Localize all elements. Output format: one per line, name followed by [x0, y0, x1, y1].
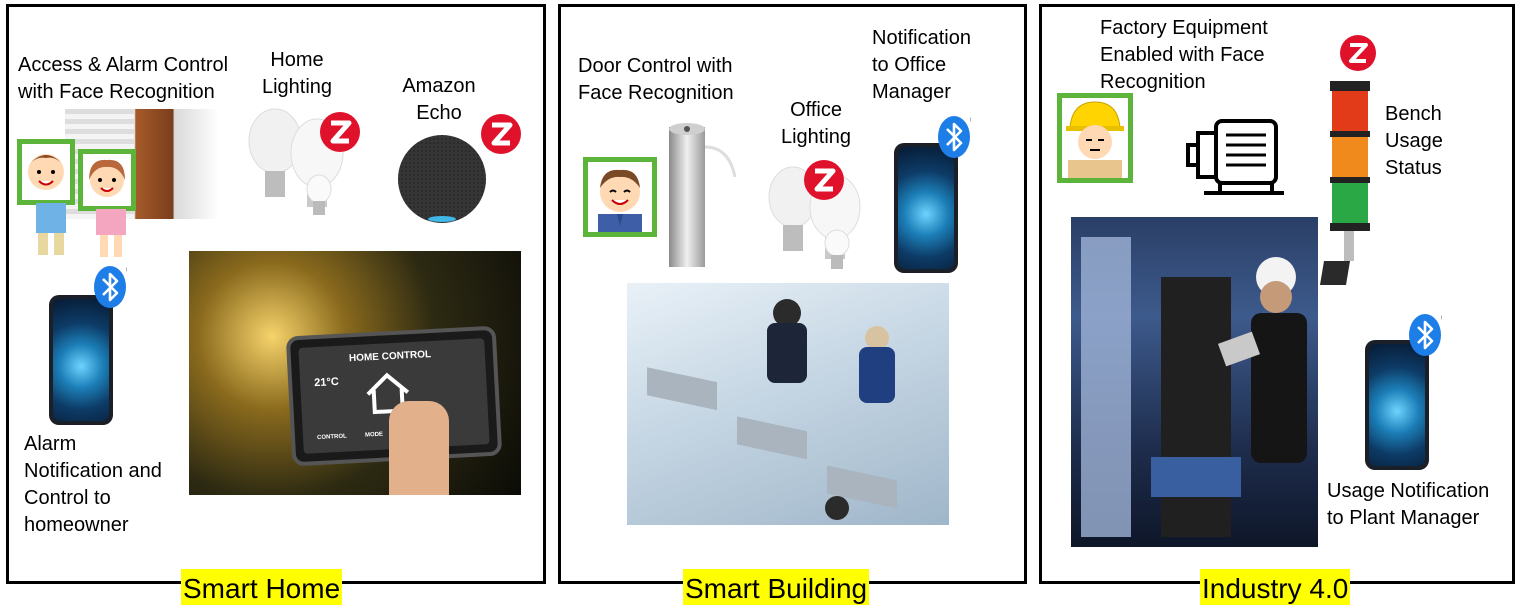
face-recognition-frame: [1057, 93, 1133, 183]
bluetooth-icon: ®: [94, 266, 127, 308]
children-figure: [36, 203, 126, 257]
bluetooth-icon: ®: [938, 116, 971, 158]
amazon-echo-label: Amazon Echo: [402, 75, 476, 124]
office-turnstile-photo: [627, 283, 949, 525]
bluetooth-icon: ®: [1409, 314, 1442, 356]
smart-home-panel: Access & Alarm Control with Face Recogni…: [6, 4, 546, 605]
usage-notification-label: Usage Notification to Plant Manager: [1327, 480, 1490, 529]
face-recognition-frame: [17, 139, 75, 205]
smartphone-icon: [1365, 340, 1429, 470]
face-recognition-frame: [78, 149, 136, 211]
businessman-face-icon: [598, 169, 642, 232]
signal-tower-icon: [1320, 35, 1376, 285]
industry-title: Industry 4.0: [1200, 569, 1351, 605]
turnstile-scene: [647, 299, 897, 520]
girl-face-icon: [89, 159, 125, 197]
home-lighting-label: Home Lighting: [261, 49, 333, 98]
amazon-echo-icon: [398, 135, 486, 223]
industry-panel: Factory Equipment Enabled with Face Reco…: [1039, 4, 1515, 605]
motor-icon: [1186, 119, 1284, 195]
factory-worker-photo: [1071, 217, 1318, 547]
zwave-icon: [320, 112, 360, 152]
face-recognition-frame: [583, 157, 657, 237]
tablet-heading: HOME CONTROL: [348, 349, 432, 365]
door-control-label: Door Control with Face Recognition: [578, 55, 734, 104]
bench-usage-label: Bench Usage Status: [1385, 103, 1443, 179]
factory-scene: [1081, 237, 1307, 537]
turnstile-icon: [669, 123, 737, 267]
alarm-notification-label: Alarm Notification and Control to homeow…: [24, 433, 162, 536]
factory-equipment-label: Factory Equipment Enabled with Face Reco…: [1100, 17, 1268, 93]
office-lighting-label: Office Lighting: [780, 99, 852, 148]
smartphone-icon: [894, 143, 958, 273]
office-manager-notification-label: Notification to Office Manager: [872, 27, 971, 103]
tablet-temperature: 21°C: [313, 375, 340, 390]
tablet-control-button: CONTROL: [316, 433, 347, 442]
smart-building-panel: Door Control with Face Recognition Offic…: [558, 4, 1027, 605]
smartphone-icon: [49, 295, 113, 425]
worker-face-icon: [1066, 101, 1124, 178]
svg-text:®: ®: [970, 117, 971, 124]
zwave-icon: [481, 114, 521, 154]
hand-figure: [389, 401, 449, 495]
smart-home-title: Smart Home: [181, 569, 343, 605]
access-alarm-label: Access & Alarm Control with Face Recogni…: [18, 54, 229, 103]
svg-text:®: ®: [126, 267, 127, 274]
zwave-icon: [804, 160, 844, 200]
home-control-photo: HOME CONTROL 21°C CONTROL MODE: [189, 251, 521, 495]
smart-building-title: Smart Building: [683, 569, 870, 605]
svg-text:®: ®: [1441, 315, 1442, 322]
tablet-mode-button: MODE: [364, 431, 384, 439]
boy-face-icon: [28, 154, 64, 190]
